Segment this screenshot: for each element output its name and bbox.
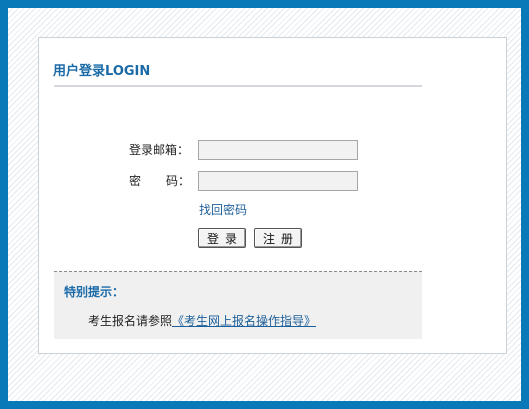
page-frame: 用户登录LOGIN 登录邮箱： 密 码： 找回密码 登录 注册 特别提示： 考生报… <box>0 0 529 409</box>
login-button[interactable]: 登录 <box>198 228 246 248</box>
email-label: 登录邮箱： <box>129 143 190 157</box>
login-panel: 用户登录LOGIN 登录邮箱： 密 码： 找回密码 登录 注册 特别提示： 考生报… <box>38 37 507 354</box>
email-input[interactable] <box>198 140 358 160</box>
notice-box: 特别提示： 考生报名请参照《考生网上报名操作指导》 <box>54 271 422 339</box>
guide-link[interactable]: 《考生网上报名操作指导》 <box>172 314 316 328</box>
notice-text-prefix: 考生报名请参照 <box>88 314 173 328</box>
title-divider <box>54 85 422 87</box>
password-input[interactable] <box>198 171 358 191</box>
password-label: 密 码： <box>129 172 190 189</box>
register-button[interactable]: 注册 <box>254 228 302 248</box>
password-label-left: 密 <box>129 174 142 188</box>
notice-text: 考生报名请参照《考生网上报名操作指导》 <box>88 312 316 329</box>
forgot-password-link[interactable]: 找回密码 <box>199 201 247 218</box>
password-label-right: 码： <box>166 174 191 188</box>
notice-title: 特别提示： <box>64 285 125 299</box>
panel-title: 用户登录LOGIN <box>53 64 151 79</box>
